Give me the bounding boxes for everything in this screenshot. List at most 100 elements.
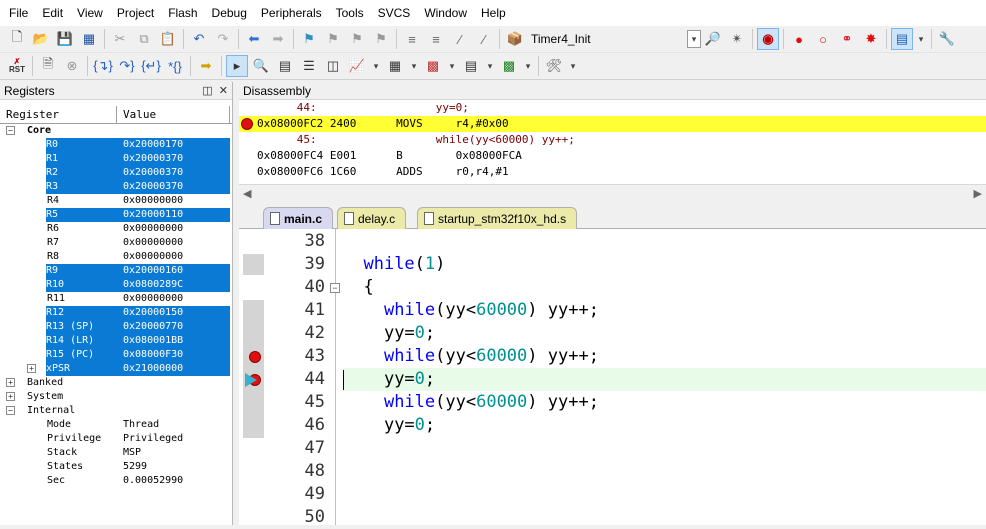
menu-project[interactable]: Project	[110, 0, 161, 26]
memory-window-icon[interactable]: ▦	[384, 55, 406, 77]
registers-window-icon[interactable]: ☰	[298, 55, 320, 77]
save-all-icon[interactable]: ▦	[78, 28, 100, 50]
bookmark-clear-icon[interactable]: ⚑	[370, 28, 392, 50]
register-row[interactable]: R3 0x20000370	[0, 180, 232, 194]
trace-dropdown-icon[interactable]: ▾	[521, 57, 535, 75]
tree-node-core[interactable]: Core −	[0, 124, 232, 138]
menu-svcs[interactable]: SVCS	[371, 0, 418, 26]
register-row[interactable]: R11 0x00000000	[0, 292, 232, 306]
step-into-icon[interactable]: {↴}	[92, 55, 114, 77]
expand-icon[interactable]: +	[6, 392, 15, 401]
register-row[interactable]: R7 0x00000000	[0, 236, 232, 250]
col-value[interactable]: Value	[117, 106, 230, 123]
asm-line[interactable]: 0x08000FC4 E001 B 0x08000FCA	[239, 148, 986, 164]
step-out-icon[interactable]: {↵}	[140, 55, 162, 77]
open-file-icon[interactable]: 📂	[30, 28, 52, 50]
register-row[interactable]: R13 (SP) 0x20000770	[0, 320, 232, 334]
serial-window-icon[interactable]: ▩	[422, 55, 444, 77]
close-icon[interactable]: ✕	[219, 85, 228, 97]
watch-window-icon[interactable]: 📈	[346, 55, 368, 77]
insert-breakpoint-icon[interactable]: ●	[788, 28, 810, 50]
disable-breakpoints-icon[interactable]: ⚭	[836, 28, 858, 50]
analysis-dropdown-icon[interactable]: ▾	[483, 57, 497, 75]
fold-collapse-icon[interactable]: −	[330, 283, 340, 293]
code-line[interactable]	[343, 230, 986, 253]
command-window-icon[interactable]: ▸	[226, 55, 248, 77]
expand-icon[interactable]: +	[27, 364, 36, 373]
redo-icon[interactable]: ↷	[212, 28, 234, 50]
register-row[interactable]: R10 0x0800289C	[0, 278, 232, 292]
collapse-icon[interactable]: −	[6, 126, 15, 135]
menu-flash[interactable]: Flash	[161, 0, 204, 26]
nav-forward-icon[interactable]: ➡	[267, 28, 289, 50]
target-combo[interactable]: Timer4_Init	[527, 29, 687, 49]
save-icon[interactable]: 💾	[54, 28, 76, 50]
source-line[interactable]: 44: yy=0;	[239, 100, 986, 116]
register-row[interactable]: R15 (PC) 0x08000F30	[0, 348, 232, 362]
internal-row[interactable]: Mode Thread	[0, 418, 232, 432]
toolbox-dropdown-icon[interactable]: ▾	[566, 57, 580, 75]
run-icon[interactable]: 🗎	[37, 55, 59, 77]
stop-icon[interactable]: ⊗	[61, 55, 83, 77]
bookmark-prev-icon[interactable]: ⚑	[322, 28, 344, 50]
register-row[interactable]: R12 0x20000150	[0, 306, 232, 320]
code-line[interactable]: {	[343, 276, 986, 299]
scroll-left-icon[interactable]: ◀	[243, 187, 251, 200]
toolbox-icon[interactable]: 🛠	[543, 55, 565, 77]
register-row[interactable]: R9 0x20000160	[0, 264, 232, 278]
scroll-right-icon[interactable]: ▶	[974, 187, 982, 200]
cut-icon[interactable]: ✂	[109, 28, 131, 50]
nav-back-icon[interactable]: ⬅	[243, 28, 265, 50]
bookmark-icon[interactable]: ⚑	[298, 28, 320, 50]
register-row[interactable]: R1 0x20000370	[0, 152, 232, 166]
code-line[interactable]	[343, 437, 986, 460]
layout-dropdown-icon[interactable]: ▾	[914, 30, 928, 48]
code-line[interactable]: while(1)	[343, 253, 986, 276]
menu-file[interactable]: File	[2, 0, 35, 26]
code-line[interactable]: while(yy<60000) yy++;	[343, 391, 986, 414]
col-register[interactable]: Register	[0, 106, 117, 123]
step-over-icon[interactable]: ↷}	[116, 55, 138, 77]
show-next-statement-icon[interactable]: ➡	[195, 55, 217, 77]
menu-debug[interactable]: Debug	[205, 0, 254, 26]
register-row[interactable]: R2 0x20000370	[0, 166, 232, 180]
current-code-line[interactable]: yy=0;	[343, 368, 986, 391]
disassembly-hscrollbar[interactable]: ◀ ▶	[239, 184, 986, 201]
tab-startup-s[interactable]: startup_stm32f10x_hd.s	[417, 207, 578, 229]
memory-dropdown-icon[interactable]: ▾	[407, 57, 421, 75]
incremental-find-icon[interactable]: ✴	[726, 28, 748, 50]
reset-button[interactable]: ✗ RST	[6, 55, 28, 77]
source-line[interactable]: 45: while(yy<60000) yy++;	[239, 132, 986, 148]
debug-session-icon[interactable]: ◉	[757, 28, 779, 50]
serial-dropdown-icon[interactable]: ▾	[445, 57, 459, 75]
uncomment-icon[interactable]: ⁄	[473, 28, 495, 50]
asm-line[interactable]: 0x08000FC6 1C60 ADDS r0,r4,#1	[239, 164, 986, 180]
comment-icon[interactable]: ⁄	[449, 28, 471, 50]
menu-tools[interactable]: Tools	[329, 0, 371, 26]
configure-icon[interactable]: 🔧	[936, 28, 958, 50]
collapse-icon[interactable]: −	[6, 406, 15, 415]
undo-icon[interactable]: ↶	[188, 28, 210, 50]
analysis-window-icon[interactable]: ▤	[460, 55, 482, 77]
register-row[interactable]: R4 0x00000000	[0, 194, 232, 208]
breakpoint-icon[interactable]	[249, 351, 261, 363]
menu-view[interactable]: View	[70, 0, 110, 26]
kill-breakpoints-icon[interactable]: ✸	[860, 28, 882, 50]
indent-icon[interactable]: ≡	[401, 28, 423, 50]
window-layout-icon[interactable]: ▤	[891, 28, 913, 50]
expand-icon[interactable]: +	[6, 378, 15, 387]
internal-row[interactable]: Sec 0.00052990	[0, 474, 232, 488]
code-line[interactable]: yy=0;	[343, 322, 986, 345]
new-file-icon[interactable]: 🗋	[6, 28, 28, 50]
code-line[interactable]	[343, 506, 986, 529]
bookmark-next-icon[interactable]: ⚑	[346, 28, 368, 50]
tab-main-c[interactable]: main.c	[263, 207, 334, 229]
register-row[interactable]: R8 0x00000000	[0, 250, 232, 264]
breakpoint-icon[interactable]	[241, 118, 253, 130]
menu-edit[interactable]: Edit	[35, 0, 70, 26]
asm-line[interactable]: 0x08000FC2 2400 MOVS r4,#0x00	[239, 116, 986, 132]
code-editor[interactable]: 38 39 while(1) 40 {−41 while(yy<60000) yy+…	[239, 229, 986, 527]
internal-row[interactable]: States 5299	[0, 460, 232, 474]
tab-delay-c[interactable]: delay.c	[337, 207, 407, 229]
menu-window[interactable]: Window	[417, 0, 474, 26]
